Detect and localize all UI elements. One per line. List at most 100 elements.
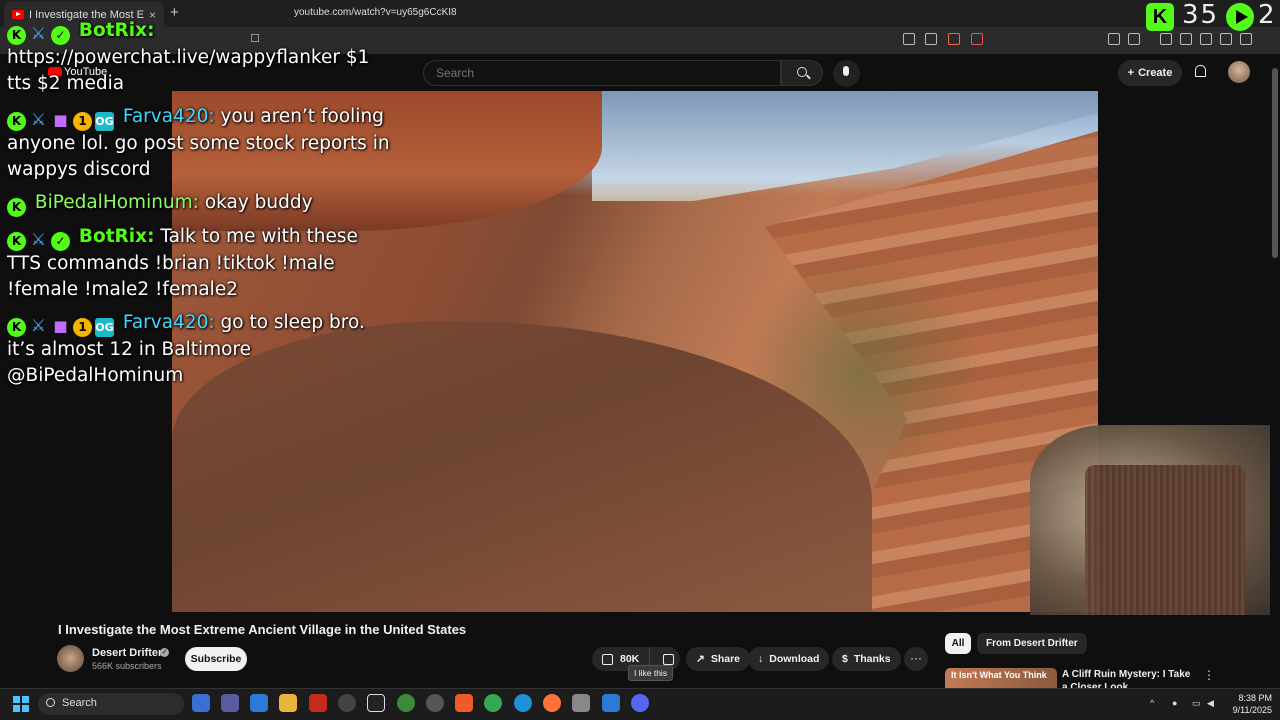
channel-avatar[interactable]: [57, 645, 84, 672]
app-icon-9[interactable]: [426, 694, 444, 712]
media-icon[interactable]: [1160, 33, 1172, 45]
kick-logo-icon: K: [1146, 3, 1174, 31]
volume-icon[interactable]: ◀: [1207, 698, 1217, 708]
kebab-menu-icon[interactable]: ⋮: [1203, 668, 1215, 682]
download-icon: ↓: [758, 653, 764, 665]
thumbs-up-icon: [602, 653, 613, 665]
capcut-icon[interactable]: [367, 694, 385, 712]
discord-icon[interactable]: [631, 694, 649, 712]
chip-all[interactable]: All: [945, 633, 971, 654]
webcam-background: [1085, 465, 1245, 615]
like-tooltip: I like this: [628, 665, 674, 681]
more-actions-button[interactable]: ···: [904, 647, 928, 671]
chip-from-channel[interactable]: From Desert Drifter: [977, 633, 1087, 654]
chat-username: Farva420:: [122, 312, 215, 333]
tray-overflow-icon[interactable]: ^: [1150, 698, 1160, 708]
chat-username: BiPedalHominum:: [34, 192, 199, 213]
kick-badge-icon: K: [7, 232, 26, 251]
share-button[interactable]: ↗ Share: [686, 647, 750, 671]
voice-search-button[interactable]: [833, 60, 860, 87]
gift-badge-icon: ■: [53, 111, 68, 129]
thumbnail-caption: It Isn't What You Think: [951, 670, 1047, 680]
microphone-icon[interactable]: ●: [1172, 698, 1182, 708]
app-icon-6[interactable]: [338, 694, 356, 712]
video-title: I Investigate the Most Extreme Ancient V…: [58, 622, 467, 637]
recommendation-thumbnail[interactable]: It Isn't What You Think: [945, 668, 1057, 690]
account-avatar[interactable]: [1228, 61, 1250, 83]
cast-icon[interactable]: [903, 33, 915, 45]
wallet-2-icon[interactable]: [1200, 33, 1212, 45]
search-icon: [46, 698, 55, 707]
share-page-icon[interactable]: [925, 33, 937, 45]
thanks-label: Thanks: [853, 653, 891, 665]
thanks-button[interactable]: $ Thanks: [832, 647, 901, 671]
chat-message: K BiPedalHominum: okay buddy: [7, 190, 397, 217]
brave-rewards-icon[interactable]: [971, 33, 983, 45]
firefox-icon[interactable]: [543, 694, 561, 712]
search-button[interactable]: [781, 60, 823, 86]
vpn-icon[interactable]: [1240, 33, 1252, 45]
kick-play-icon: [1226, 3, 1254, 31]
subscriber-count: 566K subscribers: [92, 661, 162, 671]
share-label: Share: [710, 653, 740, 665]
kick-badge-icon: K: [7, 26, 26, 45]
verified-badge-icon: ✓: [51, 26, 70, 45]
chrome-icon[interactable]: [484, 694, 502, 712]
leo-icon[interactable]: [1220, 33, 1232, 45]
taskbar-clock[interactable]: 8:38 PM 9/11/2025: [1226, 692, 1272, 716]
like-count: 80K: [620, 653, 640, 665]
search-input[interactable]: [423, 60, 781, 86]
verified-check-icon: ✓: [160, 648, 169, 657]
download-button[interactable]: ↓ Download: [748, 647, 830, 671]
subscribe-button[interactable]: Subscribe: [185, 647, 247, 671]
recommendation-title[interactable]: A Cliff Ruin Mystery: I Take a Closer Lo…: [1062, 668, 1192, 688]
clock-date: 9/11/2025: [1232, 705, 1272, 715]
clock-time: 8:38 PM: [1238, 693, 1272, 703]
taskbar-search-label: Search: [62, 697, 97, 709]
create-button[interactable]: + Create: [1118, 60, 1182, 86]
moderator-sword-icon: ⚔: [30, 230, 47, 250]
plus-icon: +: [1127, 67, 1135, 79]
brave-browser-icon[interactable]: [455, 694, 473, 712]
notifications-bell-icon[interactable]: [1193, 64, 1207, 78]
kick-count-left: 35: [1182, 0, 1220, 30]
news-app-icon[interactable]: [309, 694, 327, 712]
wallet-icon[interactable]: [1128, 33, 1140, 45]
thumbs-down-icon: [662, 653, 674, 665]
kick-count-right: 2: [1258, 0, 1275, 30]
edge-icon[interactable]: [514, 694, 532, 712]
kick-badge-icon: K: [7, 112, 26, 131]
thanks-icon: $: [842, 653, 848, 665]
brave-shield-icon[interactable]: [948, 33, 960, 45]
vscode-icon[interactable]: [602, 694, 620, 712]
webcam-overlay: [1030, 425, 1280, 615]
moderator-sword-icon: ⚔: [30, 110, 47, 130]
channel-name[interactable]: Desert Drifter: [92, 647, 162, 659]
app-icon-1[interactable]: [192, 694, 210, 712]
share-icon: ↗: [696, 653, 705, 665]
photos-icon[interactable]: [572, 694, 590, 712]
chat-overlay: K ⚔ ✓ BotRix: https://powerchat.live/wappy…: [7, 18, 397, 396]
create-label: Create: [1138, 67, 1173, 79]
app-icon-2[interactable]: [221, 694, 239, 712]
og-badge-icon: OG: [95, 112, 114, 131]
network-icon[interactable]: ▭: [1192, 698, 1202, 708]
app-icon-8[interactable]: [397, 694, 415, 712]
app-icon-3[interactable]: [250, 694, 268, 712]
sidebar-icon[interactable]: [1180, 33, 1192, 45]
chat-text: https://powerchat.live/wappyflanker $1 t…: [7, 47, 370, 94]
kick-badge-icon: K: [7, 318, 26, 337]
extensions-icon[interactable]: [1108, 33, 1120, 45]
scrollbar-thumb[interactable]: [1272, 68, 1278, 258]
verified-badge-icon: ✓: [51, 232, 70, 251]
search-icon: [797, 67, 807, 77]
subscriber-badge-icon: 1: [73, 318, 92, 337]
subscriber-badge-icon: 1: [73, 112, 92, 131]
file-explorer-icon[interactable]: [279, 694, 297, 712]
windows-start-icon[interactable]: [13, 696, 29, 712]
og-badge-icon: OG: [95, 318, 114, 337]
taskbar-search[interactable]: Search: [38, 693, 184, 715]
moderator-sword-icon: ⚔: [30, 24, 47, 44]
gift-badge-icon: ■: [53, 317, 68, 335]
chat-username: BotRix:: [78, 20, 155, 41]
